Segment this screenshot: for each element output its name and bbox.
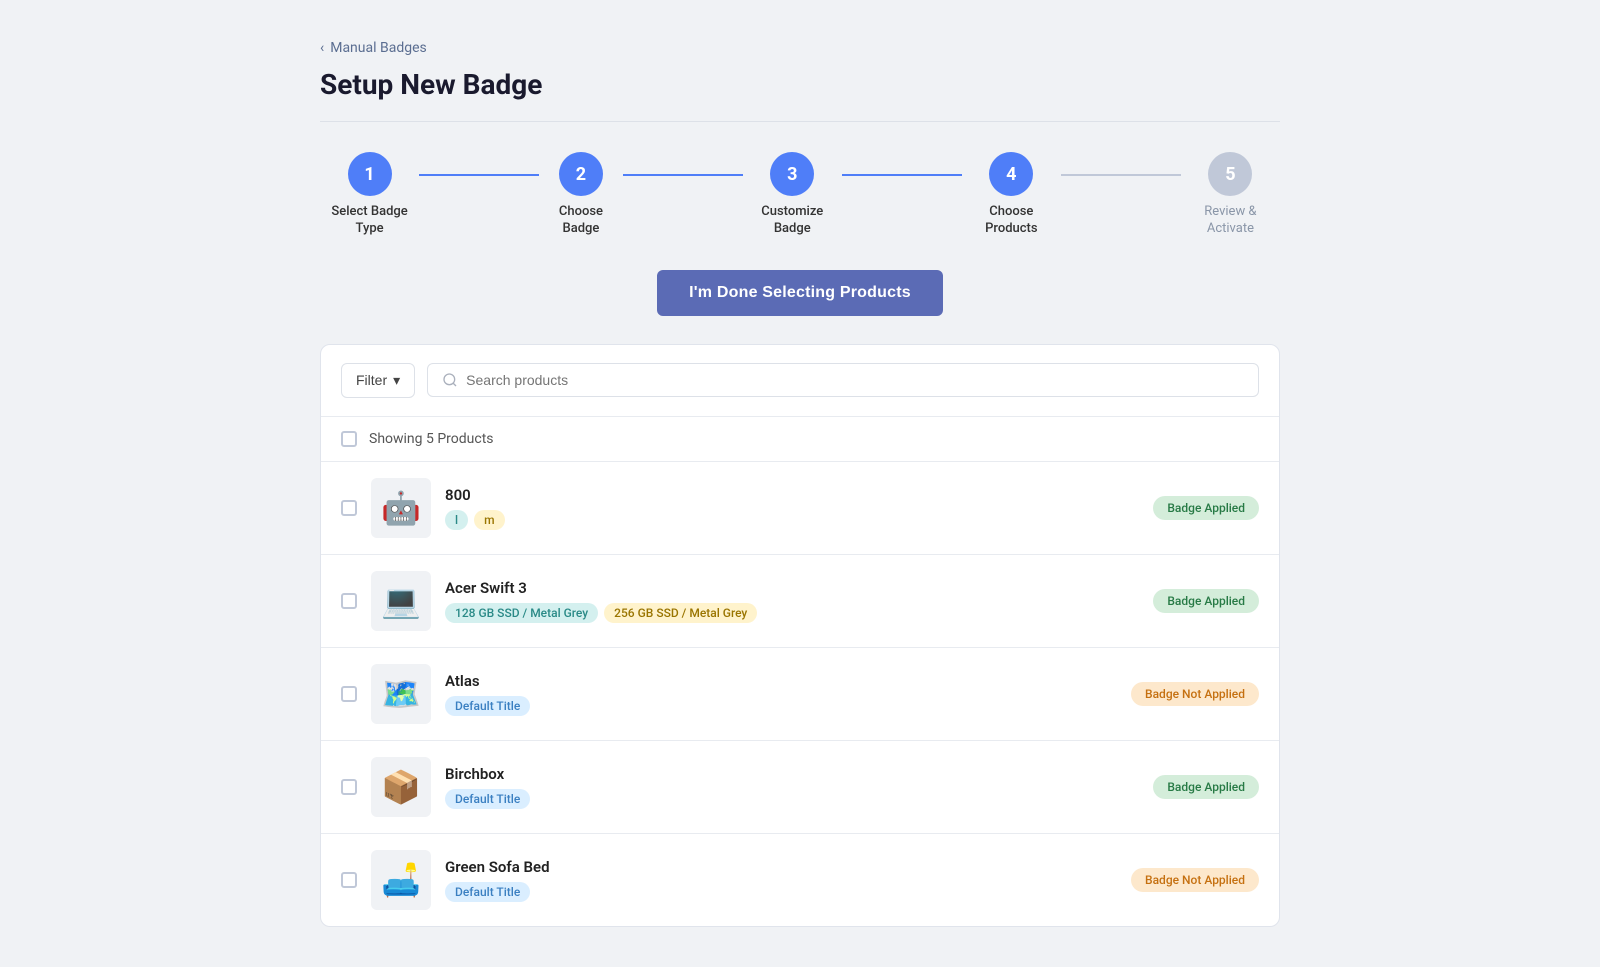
step-3: 3 Customize Badge <box>743 152 842 238</box>
product-info-4: Green Sofa Bed Default Title <box>445 858 1117 902</box>
product-name-3: Birchbox <box>445 765 1139 783</box>
product-tags-1: 128 GB SSD / Metal Grey 256 GB SSD / Meta… <box>445 603 1139 623</box>
products-panel: Filter ▾ Showing 5 Products 🤖 800 lm Badge … <box>320 344 1280 927</box>
product-tag-1-1: 256 GB SSD / Metal Grey <box>604 603 757 623</box>
product-row: 💻 Acer Swift 3 128 GB SSD / Metal Grey 256 … <box>321 555 1279 648</box>
step-connector-2 <box>623 174 743 176</box>
product-icon-1: 💻 <box>381 582 421 620</box>
breadcrumb[interactable]: ‹ Manual Badges <box>320 40 1280 56</box>
product-tag-4-0: Default Title <box>445 882 530 902</box>
product-thumbnail-4: 🛋️ <box>371 850 431 910</box>
product-name-1: Acer Swift 3 <box>445 579 1139 597</box>
product-row: 🤖 800 lm Badge Applied <box>321 462 1279 555</box>
product-badge-status-3: Badge Applied <box>1153 775 1259 799</box>
product-tag-2-0: Default Title <box>445 696 530 716</box>
step-5: 5 Review & Activate <box>1181 152 1280 238</box>
product-icon-2: 🗺️ <box>381 675 421 713</box>
stepper: 1 Select Badge Type 2 Choose Badge 3 Customiz… <box>320 152 1280 238</box>
breadcrumb-label: Manual Badges <box>330 40 427 56</box>
product-thumbnail-2: 🗺️ <box>371 664 431 724</box>
product-tags-2: Default Title <box>445 696 1117 716</box>
product-checkbox-2[interactable] <box>341 686 357 702</box>
product-name-2: Atlas <box>445 672 1117 690</box>
product-tags-3: Default Title <box>445 789 1139 809</box>
product-row: 🛋️ Green Sofa Bed Default Title Badge Not A… <box>321 834 1279 926</box>
filter-label: Filter <box>356 372 387 388</box>
page-title: Setup New Badge <box>320 68 1280 101</box>
select-all-checkbox[interactable] <box>341 431 357 447</box>
product-checkbox-0[interactable] <box>341 500 357 516</box>
product-info-1: Acer Swift 3 128 GB SSD / Metal Grey 256 G… <box>445 579 1139 623</box>
product-row: 🗺️ Atlas Default Title Badge Not Applied <box>321 648 1279 741</box>
product-row: 📦 Birchbox Default Title Badge Applied <box>321 741 1279 834</box>
search-input[interactable] <box>466 372 1244 388</box>
step-connector-4 <box>1061 174 1181 176</box>
step-1: 1 Select Badge Type <box>320 152 419 238</box>
product-info-2: Atlas Default Title <box>445 672 1117 716</box>
product-tags-4: Default Title <box>445 882 1117 902</box>
chevron-left-icon: ‹ <box>320 40 324 56</box>
product-badge-status-1: Badge Applied <box>1153 589 1259 613</box>
filter-bar: Filter ▾ <box>321 345 1279 417</box>
step-connector-3 <box>842 174 962 176</box>
done-button-container: I'm Done Selecting Products <box>320 270 1280 316</box>
step-circle-3: 3 <box>770 152 814 196</box>
search-container <box>427 363 1259 397</box>
product-thumbnail-1: 💻 <box>371 571 431 631</box>
product-tag-3-0: Default Title <box>445 789 530 809</box>
filter-button[interactable]: Filter ▾ <box>341 363 415 398</box>
products-list: 🤖 800 lm Badge Applied 💻 Acer Swift 3 128 GB S… <box>321 462 1279 926</box>
step-circle-2: 2 <box>559 152 603 196</box>
showing-count: Showing 5 Products <box>369 431 494 447</box>
product-name-0: 800 <box>445 486 1139 504</box>
product-checkbox-3[interactable] <box>341 779 357 795</box>
step-circle-4: 4 <box>989 152 1033 196</box>
product-tag-0-1: m <box>474 510 504 530</box>
product-checkbox-4[interactable] <box>341 872 357 888</box>
step-label-4: Choose Products <box>962 204 1061 238</box>
product-thumbnail-0: 🤖 <box>371 478 431 538</box>
step-4: 4 Choose Products <box>962 152 1061 238</box>
done-selecting-button[interactable]: I'm Done Selecting Products <box>657 270 943 316</box>
product-badge-status-2: Badge Not Applied <box>1131 682 1259 706</box>
step-connector-1 <box>419 174 539 176</box>
step-label-1: Select Badge Type <box>320 204 419 238</box>
title-divider <box>320 121 1280 122</box>
step-label-2: Choose Badge <box>539 204 623 238</box>
search-icon <box>442 372 458 388</box>
product-info-3: Birchbox Default Title <box>445 765 1139 809</box>
product-thumbnail-3: 📦 <box>371 757 431 817</box>
product-badge-status-0: Badge Applied <box>1153 496 1259 520</box>
product-icon-3: 📦 <box>381 768 421 806</box>
step-circle-5: 5 <box>1208 152 1252 196</box>
chevron-down-icon: ▾ <box>393 372 400 389</box>
product-badge-status-4: Badge Not Applied <box>1131 868 1259 892</box>
showing-row: Showing 5 Products <box>321 417 1279 462</box>
product-info-0: 800 lm <box>445 486 1139 530</box>
step-label-3: Customize Badge <box>743 204 842 238</box>
step-circle-1: 1 <box>348 152 392 196</box>
product-name-4: Green Sofa Bed <box>445 858 1117 876</box>
product-tag-1-0: 128 GB SSD / Metal Grey <box>445 603 598 623</box>
product-icon-0: 🤖 <box>381 489 421 527</box>
product-checkbox-1[interactable] <box>341 593 357 609</box>
product-tag-0-0: l <box>445 510 468 530</box>
product-icon-4: 🛋️ <box>381 861 421 899</box>
step-label-5: Review & Activate <box>1181 204 1280 238</box>
product-tags-0: lm <box>445 510 1139 530</box>
step-2: 2 Choose Badge <box>539 152 623 238</box>
